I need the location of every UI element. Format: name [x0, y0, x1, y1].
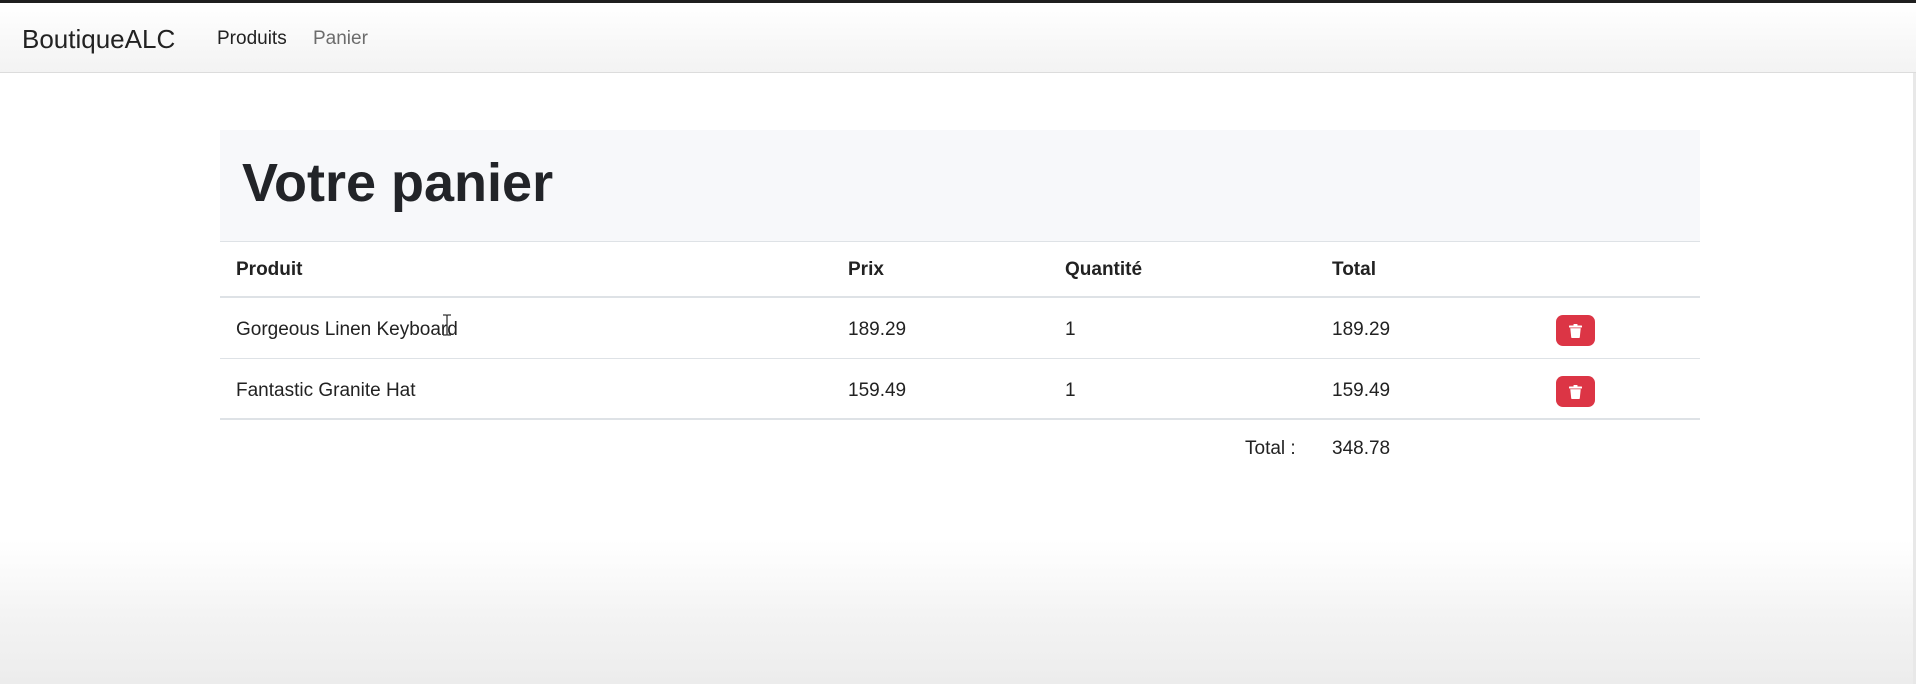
product-price: 159.49: [848, 380, 907, 401]
nav-link-panier[interactable]: Panier: [313, 27, 368, 51]
table-row: Fantastic Granite Hat 159.49 1 159.49: [220, 359, 1700, 420]
table-header-row: Produit Prix Quantité Total: [220, 241, 1700, 298]
product-name: Fantastic Granite Hat: [236, 380, 416, 401]
cart-total-value: 348.78: [1332, 438, 1391, 459]
delete-item-button[interactable]: [1556, 376, 1595, 407]
column-header-quantite: Quantité: [1065, 259, 1143, 280]
navbar: BoutiqueALC Produits Panier: [0, 3, 1916, 73]
trash-icon: [1569, 384, 1582, 399]
product-total: 159.49: [1332, 380, 1391, 401]
column-header-prix: Prix: [848, 259, 884, 280]
delete-item-button[interactable]: [1556, 315, 1595, 346]
trash-icon: [1569, 323, 1582, 338]
nav-link-produits[interactable]: Produits: [217, 27, 287, 51]
cart-total-row: Total : 348.78: [220, 431, 1700, 471]
product-quantity: 1: [1065, 380, 1076, 401]
page-title: Votre panier: [242, 153, 554, 213]
column-header-produit: Produit: [236, 259, 303, 280]
product-quantity: 1: [1065, 319, 1076, 340]
column-header-total: Total: [1332, 259, 1376, 280]
product-total: 189.29: [1332, 319, 1391, 340]
product-price: 189.29: [848, 319, 907, 340]
page-header: Votre panier: [220, 130, 1700, 241]
cart-total-label: Total :: [1245, 438, 1296, 459]
brand-link[interactable]: BoutiqueALC: [22, 23, 175, 55]
product-name: Gorgeous Linen Keyboard: [236, 319, 458, 340]
text-cursor-icon: [443, 314, 451, 336]
